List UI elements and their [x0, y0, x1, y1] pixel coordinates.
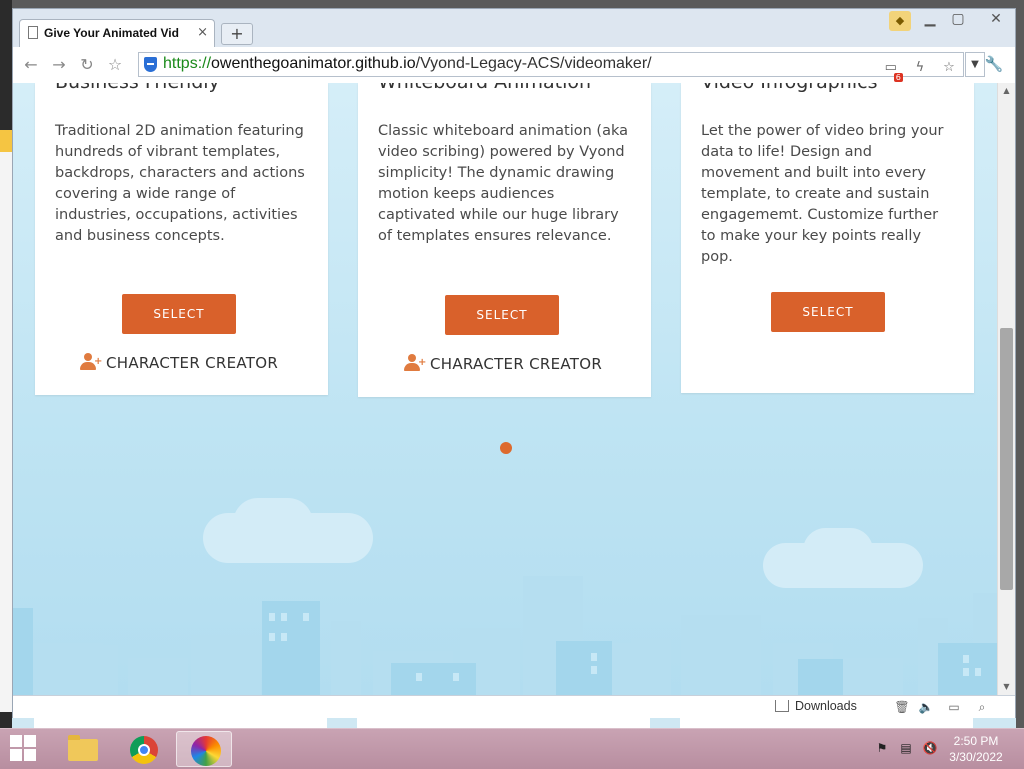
address-bar-actions: ▭ 6 ϟ ☆ — [877, 56, 959, 82]
trash-icon[interactable]: 🗑 — [893, 700, 911, 716]
card-description: Classic whiteboard animation (aka video … — [378, 123, 628, 244]
background-yellow-bar — [0, 130, 12, 152]
page-icon — [28, 26, 38, 39]
close-window-button[interactable]: ✕ — [983, 11, 1009, 31]
active-app-taskbar-button[interactable] — [176, 731, 232, 767]
network-icon[interactable]: ▤ — [898, 741, 914, 757]
clock-date: 3/30/2022 — [949, 750, 1003, 764]
character-creator-link[interactable]: + CHARACTER CREATOR — [80, 353, 278, 372]
lightning-icon[interactable]: ϟ — [910, 60, 930, 78]
flag-icon[interactable]: ⚑ — [874, 741, 890, 757]
template-card-infographics: Video Infographics Let the power of vide… — [681, 83, 974, 393]
pinwheel-app-icon — [191, 736, 221, 766]
tab-active[interactable]: Give Your Animated Vid × — [19, 19, 215, 47]
character-creator-link[interactable]: + CHARACTER CREATOR — [404, 354, 602, 373]
speaker-icon[interactable]: 🔈 — [917, 700, 935, 716]
template-card-business: Business Friendly Traditional 2D animati… — [35, 83, 328, 395]
page-viewport: Business Friendly Traditional 2D animati… — [13, 83, 997, 695]
bookmark-star-icon[interactable]: ☆ — [939, 60, 959, 78]
maximize-button[interactable]: ▢ — [945, 11, 971, 31]
volume-muted-icon[interactable]: 🔇 — [922, 741, 938, 757]
card-title: Video Infographics — [701, 83, 877, 93]
taskbar: ⚑ ▤ 🔇 2:50 PM 3/30/2022 — [0, 728, 1024, 769]
reload-icon[interactable]: ↻ — [77, 55, 97, 75]
url-text[interactable]: https://owenthegoanimator.github.io/Vyon… — [163, 55, 652, 73]
add-user-icon: + — [404, 354, 426, 372]
popup-blocked-icon[interactable]: ▭ 6 — [881, 60, 903, 82]
windows-start-icon[interactable] — [10, 735, 38, 763]
navigation-toolbar: ← → ↻ ☆ https://owenthegoanimator.github… — [13, 47, 1015, 84]
star-icon[interactable]: ☆ — [105, 55, 125, 75]
incognito-icon: ◆ — [889, 11, 911, 31]
scroll-thumb[interactable] — [1000, 328, 1013, 590]
window-icon[interactable]: ▭ — [945, 700, 963, 716]
back-arrow-icon[interactable]: ← — [21, 55, 41, 75]
wrench-icon[interactable]: 🔧 — [979, 55, 1009, 75]
forward-arrow-icon[interactable]: → — [49, 55, 69, 75]
card-description: Traditional 2D animation featuring hundr… — [55, 123, 305, 244]
vertical-scrollbar[interactable]: ▲ ▼ — [997, 83, 1015, 695]
template-card-whiteboard: Whiteboard Animation Classic whiteboard … — [358, 83, 651, 397]
browser-window: Give Your Animated Vid × + ◆ ▁ ▢ ✕ ← → ↻… — [12, 8, 1016, 720]
download-icon — [775, 700, 789, 712]
folder-icon — [68, 735, 98, 761]
zoom-icon[interactable]: ⌕ — [973, 700, 991, 716]
security-shield-icon — [144, 57, 157, 72]
chrome-taskbar-button[interactable] — [116, 731, 172, 767]
file-explorer-taskbar-button[interactable] — [54, 731, 110, 767]
scroll-down-icon[interactable]: ▼ — [998, 679, 1015, 695]
tab-strip: Give Your Animated Vid × + ◆ ▁ ▢ ✕ — [13, 9, 1015, 47]
scroll-up-icon[interactable]: ▲ — [998, 83, 1015, 99]
clock-time: 2:50 PM — [953, 734, 999, 748]
minimize-button[interactable]: ▁ — [917, 11, 943, 31]
status-bar: Downloads 🗑 🔈 ▭ ⌕ — [13, 695, 1015, 720]
chrome-icon — [130, 736, 158, 764]
downloads-link[interactable]: Downloads — [775, 699, 857, 713]
carousel-dot[interactable] — [500, 442, 512, 454]
select-button[interactable]: SELECT — [445, 295, 559, 335]
tab-title: Give Your Animated Vid — [44, 26, 179, 40]
select-button[interactable]: SELECT — [122, 294, 236, 334]
add-user-icon: + — [80, 353, 102, 371]
tab-close-icon[interactable]: × — [197, 25, 208, 40]
address-bar[interactable]: https://owenthegoanimator.github.io/Vyon… — [138, 52, 985, 82]
select-button[interactable]: SELECT — [771, 292, 885, 332]
background-page — [0, 152, 12, 712]
new-tab-button[interactable]: + — [221, 23, 253, 45]
card-title: Business Friendly — [55, 83, 220, 93]
card-description: Let the power of video bring your data t… — [701, 123, 944, 265]
background-window-edge — [0, 0, 12, 768]
system-clock[interactable]: 2:50 PM 3/30/2022 — [940, 733, 1012, 765]
card-title: Whiteboard Animation — [378, 83, 591, 93]
